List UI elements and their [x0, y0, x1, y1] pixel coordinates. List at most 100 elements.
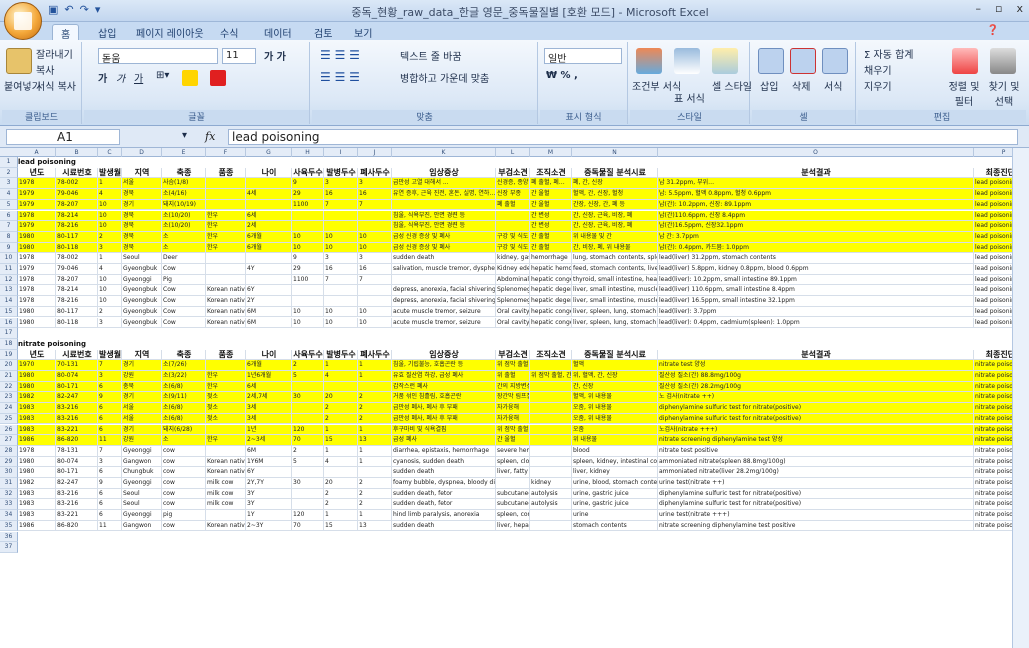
table-cell[interactable]: 4 [324, 371, 358, 382]
column-header-c[interactable]: C [98, 148, 122, 157]
column-header-e[interactable]: E [162, 148, 206, 157]
table-cell[interactable]: 10 [292, 306, 324, 318]
row-header[interactable]: 35 [0, 520, 18, 532]
column-title[interactable]: 조직소견 [530, 167, 572, 179]
table-cell[interactable] [530, 445, 572, 457]
table-cell[interactable]: 급성 폐사 [392, 435, 496, 446]
table-cell[interactable]: sudden death, fetor [392, 499, 496, 511]
table-cell[interactable]: 10 [98, 274, 122, 286]
table-cell[interactable]: 한우 [206, 381, 246, 393]
table-cell[interactable]: 5 [292, 456, 324, 468]
table-cell[interactable]: 1979 [18, 199, 56, 211]
table-cell[interactable]: 위 내용물 및 간 [572, 231, 658, 243]
conditional-format-icon[interactable] [636, 48, 662, 74]
table-cell[interactable]: 1978 [18, 210, 56, 222]
paste-icon[interactable] [6, 48, 32, 74]
table-cell[interactable]: 2 [324, 499, 358, 511]
row-header[interactable]: 21 [0, 371, 18, 382]
table-cell[interactable]: 급만성 고열 대해서 ... [392, 178, 496, 190]
table-cell[interactable]: 6개월 [246, 231, 292, 243]
table-cell[interactable] [530, 424, 572, 436]
table-cell[interactable]: 29 [292, 264, 324, 275]
table-cell[interactable]: 경북 [122, 210, 162, 222]
column-title[interactable]: 시료번호 [56, 349, 98, 361]
table-cell[interactable]: subcutaneous [496, 488, 530, 500]
table-cell[interactable]: 2 [324, 403, 358, 414]
table-cell[interactable]: 10 [358, 231, 392, 243]
column-header-j[interactable]: J [358, 148, 392, 157]
table-cell[interactable]: 80-118 [56, 317, 98, 329]
table-cell[interactable]: 6 [98, 403, 122, 414]
column-title[interactable]: 품종 [206, 349, 246, 361]
vertical-scrollbar[interactable] [1012, 148, 1029, 648]
column-title[interactable]: 발병두수 [324, 167, 358, 179]
table-cell[interactable]: 한우 [206, 231, 246, 243]
row-header[interactable]: 1 [0, 157, 18, 168]
table-cell[interactable]: 한우 [206, 221, 246, 232]
table-cell[interactable]: hepatic degeneration [530, 296, 572, 307]
table-cell[interactable] [324, 296, 358, 307]
table-cell[interactable]: 소 [162, 435, 206, 446]
table-cell[interactable]: 2 [98, 306, 122, 318]
table-cell[interactable] [530, 467, 572, 478]
table-cell[interactable]: Pig [162, 274, 206, 286]
table-cell[interactable]: feed, stomach contents, liver, kidney [572, 264, 658, 275]
table-cell[interactable]: 장간막 림프절 [496, 392, 530, 404]
font-size-combo[interactable]: 11 [222, 48, 256, 64]
table-cell[interactable]: 1 [358, 510, 392, 521]
table-row[interactable]: 1980 80-118 3 경북 소 한우 6개월 10 10 10 급성 신경 증상 및 폐사 구강… [18, 242, 1019, 254]
table-row[interactable]: 1979 79-046 4 경북 소(4/16) 4세 29 16 16 유연 증후, 근육 진전… [18, 189, 1019, 200]
row-header[interactable]: 6 [0, 210, 18, 222]
cut-button[interactable]: 잘라내기 [36, 46, 73, 61]
table-cell[interactable]: spleen, congestion [496, 510, 530, 521]
table-row[interactable]: 1978 78-131 7 Gyeonggi cow 6M 2 1 1 diarrhea, epi… [18, 445, 1026, 457]
table-row[interactable]: 1986 86-820 11 강원 소 한우 2~3세 70 15 13 급성 폐사 간 울혈 위 내용… [18, 435, 1026, 446]
table-cell[interactable]: 29 [292, 189, 324, 200]
table-cell[interactable]: 한우 [206, 210, 246, 222]
table-cell[interactable]: 1980 [18, 371, 56, 382]
row-header[interactable]: 36 [0, 531, 18, 543]
table-cell[interactable]: 1978 [18, 445, 56, 457]
table-cell[interactable]: diphenylamine sulfuric test for nitrate(… [658, 413, 974, 425]
table-cell[interactable]: hepatic hemorrhage [530, 264, 572, 275]
table-cell[interactable]: 78-216 [56, 221, 98, 232]
table-cell[interactable]: Gangwon [122, 456, 162, 468]
table-cell[interactable]: 1978 [18, 178, 56, 190]
sort-filter-icon[interactable] [952, 48, 978, 74]
table-cell[interactable]: 급성 신경 증상 및 폐사 [392, 231, 496, 243]
format-cells-button[interactable]: 서식 [824, 78, 842, 93]
table-cell[interactable]: 소 [162, 242, 206, 254]
table-cell[interactable]: 6 [98, 499, 122, 511]
table-cell[interactable]: 78-207 [56, 274, 98, 286]
table-cell[interactable]: 1100 [292, 199, 324, 211]
table-cell[interactable]: 2Y [246, 296, 292, 307]
row-header[interactable]: 30 [0, 467, 18, 478]
table-cell[interactable]: cow [162, 478, 206, 489]
table-cell[interactable]: 납 31.2ppm, 부위… [658, 178, 974, 190]
table-cell[interactable]: Cow [162, 317, 206, 329]
table-cell[interactable]: 9 [98, 392, 122, 404]
table-cell[interactable]: 5 [292, 371, 324, 382]
table-row[interactable]: 1978 78-002 1 서울 사슴(1/8) 9 3 3 급만성 고열 대해서 ... 신경증… [18, 178, 1019, 190]
table-cell[interactable] [206, 189, 246, 200]
table-cell[interactable]: 오줌, 위 내용물 [572, 413, 658, 425]
table-cell[interactable]: 강원 [122, 435, 162, 446]
table-cell[interactable]: lead(liver) 110.6ppm, small intestine 8.… [658, 285, 974, 297]
column-title[interactable]: 사육두수 [292, 167, 324, 179]
table-cell[interactable]: Seoul [122, 499, 162, 511]
table-cell[interactable] [530, 381, 572, 393]
currency-icon[interactable]: ₩ % , [546, 70, 578, 81]
table-cell[interactable]: 2~3Y [246, 520, 292, 532]
table-cell[interactable]: 거품 섞인 침흘림, 호흡곤란 [392, 392, 496, 404]
table-cell[interactable]: foamy bubble, dyspnea, bloody diarrhea [392, 478, 496, 489]
table-cell[interactable]: 간 변성 [530, 210, 572, 222]
table-row[interactable]: 1970 70-131 7 경기 소(7/26) 6개월 2 1 1 침울, 기립불능, 호흡곤란… [18, 360, 1026, 371]
table-cell[interactable]: 120 [292, 424, 324, 436]
table-cell[interactable]: autolysis [530, 488, 572, 500]
table-cell[interactable]: 침울, 식욕부진, 안면 경련 등 [392, 221, 496, 232]
table-cell[interactable]: sudden death [392, 253, 496, 264]
table-cell[interactable]: liver, spleen, lung, stomach contents [572, 317, 658, 329]
column-title[interactable]: 품종 [206, 167, 246, 179]
table-cell[interactable]: Gangwon [122, 520, 162, 532]
table-cell[interactable] [292, 381, 324, 393]
